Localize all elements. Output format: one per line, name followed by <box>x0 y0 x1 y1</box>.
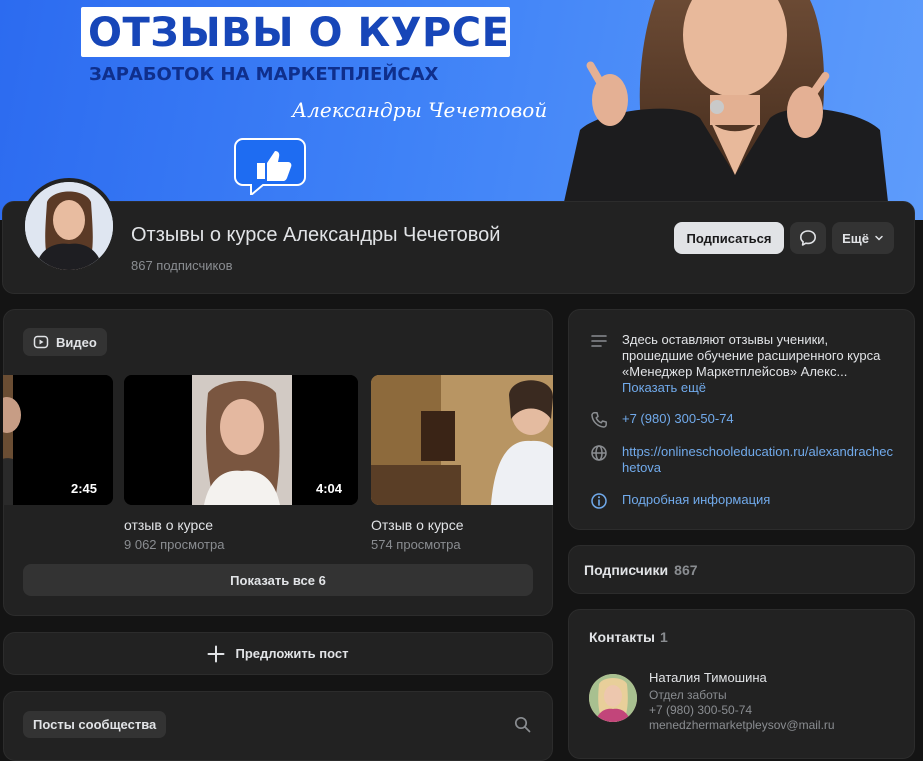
details-link[interactable]: Подробная информация <box>622 492 897 510</box>
contact-photo <box>589 674 637 722</box>
video-icon <box>33 335 49 349</box>
cover-title: ОТЗЫВЫ О КУРСЕ <box>88 10 510 56</box>
thumbs-up-icon <box>234 138 306 195</box>
globe-icon <box>591 445 607 461</box>
tab-video[interactable]: Видео <box>23 328 107 356</box>
plus-icon <box>207 645 225 662</box>
cover-author: Александры Чечетовой <box>292 98 548 122</box>
video-duration: 4:04 <box>315 481 342 496</box>
contact-email: menedzhermarketpleysov@mail.ru <box>649 718 835 732</box>
phone-link[interactable]: +7 (980) 300-50-74 <box>622 411 897 429</box>
video-duration: 2:45 <box>70 481 97 496</box>
contacts-header[interactable]: Контакты 1 <box>589 629 668 645</box>
video-thumbnail-image <box>371 375 553 505</box>
video-thumbnail[interactable] <box>371 375 553 505</box>
contact-avatar[interactable] <box>589 674 637 722</box>
video-card[interactable]: 2:45 <box>3 375 113 505</box>
show-more-link[interactable]: Показать ещё <box>622 380 897 396</box>
video-thumbnail[interactable]: 4:04 <box>124 375 358 505</box>
contact-role: Отдел заботы <box>649 688 727 702</box>
website-row: https://onlineschooleducation.ru/alexand… <box>590 444 897 476</box>
more-button[interactable]: Ещё <box>832 222 894 254</box>
website-link[interactable]: https://onlineschooleducation.ru/alexand… <box>622 444 897 476</box>
video-card[interactable]: Отзыв о курсе 574 просмотра <box>371 375 553 552</box>
avatar-photo <box>25 182 113 270</box>
message-button[interactable] <box>790 222 826 254</box>
community-avatar[interactable] <box>25 182 113 270</box>
cover-subtitle: ЗАРАБОТОК НА МАРКЕТПЛЕЙСАХ <box>89 64 439 85</box>
more-label: Ещё <box>842 230 869 246</box>
subscriber-count[interactable]: 867 подписчиков <box>131 258 233 273</box>
contacts-count: 1 <box>660 629 668 645</box>
video-card[interactable]: 4:04 отзыв о курсе 9 062 просмотра <box>124 375 358 552</box>
page-title: Отзывы о курсе Александры Чечетовой <box>131 224 501 246</box>
phone-icon <box>591 412 607 428</box>
video-title[interactable]: отзыв о курсе <box>124 517 358 533</box>
contact-name[interactable]: Наталия Тимошина <box>649 670 767 685</box>
show-all-videos-button[interactable]: Показать все 6 <box>23 564 533 596</box>
description-row: Здесь оставляют отзывы ученики, прошедши… <box>590 332 897 396</box>
cover-banner: ОТЗЫВЫ О КУРСЕ ЗАРАБОТОК НА МАРКЕТПЛЕЙСА… <box>0 0 923 220</box>
subscribe-button[interactable]: Подписаться <box>674 222 784 254</box>
video-views: 9 062 просмотра <box>124 537 225 552</box>
details-row: Подробная информация <box>590 492 897 510</box>
community-description: Здесь оставляют отзывы ученики, прошедши… <box>622 332 881 379</box>
text-lines-icon <box>591 335 607 347</box>
subscribers-label: Подписчики <box>584 561 669 578</box>
contact-phone: +7 (980) 300-50-74 <box>649 703 753 717</box>
info-icon <box>591 493 607 509</box>
suggest-post-button[interactable]: Предложить пост <box>3 632 553 675</box>
video-title[interactable]: Отзыв о курсе <box>371 517 553 533</box>
search-icon[interactable] <box>514 716 531 733</box>
tab-community-posts[interactable]: Посты сообщества <box>23 711 167 738</box>
message-icon <box>800 230 816 246</box>
video-carousel: 2:45 4:04 отзыв о курсе 9 062 просмотра <box>3 375 553 555</box>
suggest-post-label: Предложить пост <box>235 646 349 661</box>
chevron-down-icon <box>875 235 883 241</box>
contacts-label: Контакты <box>589 629 656 645</box>
tab-video-label: Видео <box>56 334 97 350</box>
cover-person-photo <box>560 0 890 220</box>
subscribers-block[interactable]: Подписчики 867 <box>568 545 915 594</box>
video-thumbnail[interactable]: 2:45 <box>3 375 113 505</box>
phone-row: +7 (980) 300-50-74 <box>590 411 897 429</box>
subscribers-count: 867 <box>674 561 698 578</box>
video-views: 574 просмотра <box>371 537 461 552</box>
